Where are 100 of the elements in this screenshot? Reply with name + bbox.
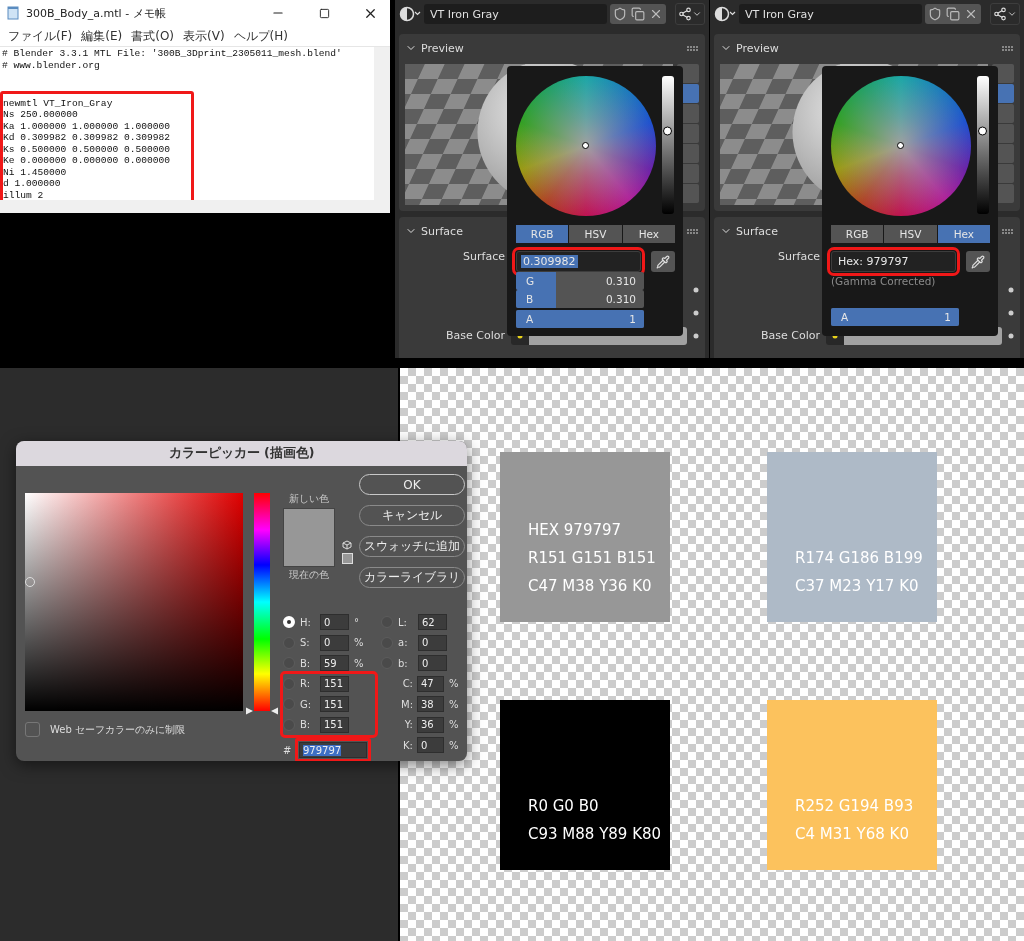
value-input-field[interactable]: 62 [418,614,447,631]
value-input-field[interactable]: 151 [320,716,349,733]
channel-slider[interactable]: G 0.310 [516,272,644,290]
node-tree-button[interactable] [675,3,705,25]
radio-button[interactable] [283,657,295,670]
keyframe-dot-icon[interactable] [1008,286,1014,293]
value-input-field[interactable]: 0 [417,737,444,754]
close-icon[interactable] [964,7,978,21]
scrollbar[interactable] [374,47,390,200]
web-color-swatch-icon[interactable] [342,553,353,564]
unit-label: ° [354,616,359,628]
menu-item[interactable]: ファイル(F) [8,27,73,45]
menu-item[interactable]: 表示(V) [183,27,225,45]
value-input-field[interactable]: 59 [320,655,349,672]
value-input-field[interactable]: 151 [320,696,349,713]
text-line: illum 2 [3,189,45,201]
unit-label: % [449,739,459,751]
field-label: b: [398,657,409,669]
material-name-field[interactable]: VT Iron Gray [739,4,922,24]
saturation-brightness-field[interactable] [25,493,243,711]
checkbox-label[interactable]: Web セーフカラーのみに制限 [50,722,185,737]
text-line: Ka 1.000000 1.000000 1.000000 [3,120,171,132]
section-title[interactable]: Preview [421,41,683,55]
value-input-field[interactable]: 0 [418,634,447,651]
menu-item[interactable]: ヘルプ(H) [233,27,288,45]
unit-label: % [354,657,364,669]
value-input-field[interactable]: 0 [418,655,447,672]
channel-slider[interactable]: B 0.310 [516,290,644,308]
color-code-text: C37 M23 Y17 K0 [795,576,920,597]
radio-button[interactable] [283,677,295,690]
menu-item[interactable]: 編集(E) [81,27,123,45]
node-tree-icon [678,7,692,21]
field-label: Base Color [760,329,820,342]
keyframe-dot-icon[interactable] [693,286,699,293]
node-tree-button[interactable] [990,3,1020,25]
grip-icon[interactable] [1002,228,1014,234]
value-slider[interactable] [662,76,674,214]
value-input-field[interactable]: 0 [320,614,349,631]
section-title[interactable]: Preview [736,41,998,55]
mode-tab[interactable]: HSV [884,225,937,243]
mode-tab[interactable]: HSV [569,225,622,243]
slider-thumb[interactable] [978,126,987,136]
field-label: L: [398,616,408,628]
field-label: Y: [403,719,414,731]
material-sphere-icon[interactable] [714,6,736,22]
checkbox[interactable] [25,722,40,737]
copy-icon[interactable] [631,7,645,21]
mode-tab[interactable]: RGB [516,225,569,243]
dialog-title: カラーピッカー (描画色) [16,441,467,466]
hex-input-field[interactable]: 979797 [299,742,367,758]
mode-tab[interactable]: Hex [622,225,675,243]
value-input-field[interactable]: 36 [417,716,444,733]
keyframe-dot-icon[interactable] [693,332,699,339]
material-name-field[interactable]: VT Iron Gray [424,4,607,24]
text-line: d 1.000000 [3,178,62,190]
slider-thumb[interactable] [663,126,672,136]
copy-icon[interactable] [946,7,960,21]
field-label: M: [400,698,414,710]
grip-icon[interactable] [687,228,699,234]
mode-tab[interactable]: Hex [937,225,990,243]
radio-button[interactable] [283,718,295,731]
keyframe-dot-icon[interactable] [693,309,699,316]
channel-slider[interactable]: A 1 [516,310,644,328]
radio-button[interactable] [283,698,295,711]
keyframe-dot-icon[interactable] [1008,332,1014,339]
slider-handle-icon[interactable] [246,706,278,716]
value-input-field[interactable]: 47 [417,675,444,692]
node-tree-icon [993,7,1007,21]
text-line: # Blender 3.3.1 MTL File: '300B_3Dprint_2305011_mesh.blend' [2,48,343,60]
text-line: newmtl VT_Iron_Gray [3,97,114,109]
value-slider[interactable] [977,76,989,214]
cube-icon[interactable] [342,540,352,550]
swatch-label: 新しい色 [289,493,329,506]
color-code-text: R151 G151 B151 [528,548,657,569]
hue-slider[interactable] [246,493,278,717]
field-label: Surface [777,250,820,263]
value-input-field[interactable]: 151 [320,675,349,692]
keyframe-dot-icon[interactable] [1008,309,1014,316]
notepad-icon [6,6,20,20]
text-line: Ks 0.500000 0.500000 0.500000 [3,143,171,155]
value-input-field[interactable]: 0 [320,634,349,651]
grip-icon[interactable] [1002,45,1014,51]
color-code-text: R174 G186 B199 [795,548,924,569]
hint-text: (Gamma Corrected) [831,275,937,287]
grip-icon[interactable] [687,45,699,51]
text-line: Ni 1.450000 [3,166,68,178]
value-input-field[interactable]: 38 [417,696,444,713]
menu-item[interactable]: 書式(O) [131,27,175,45]
mode-tab[interactable]: RGB [831,225,884,243]
scrollbar[interactable] [0,200,390,213]
eyedropper-button[interactable] [651,251,675,272]
eyedropper-button[interactable] [966,251,990,272]
channel-slider[interactable]: A 1 [831,308,959,326]
chevron-icon [1007,9,1017,19]
field-label: S: [300,637,311,649]
shield-icon[interactable] [613,7,627,21]
shield-icon[interactable] [928,7,942,21]
field-label: B: [300,719,312,731]
close-icon[interactable] [649,7,663,21]
material-sphere-icon[interactable] [399,6,421,22]
